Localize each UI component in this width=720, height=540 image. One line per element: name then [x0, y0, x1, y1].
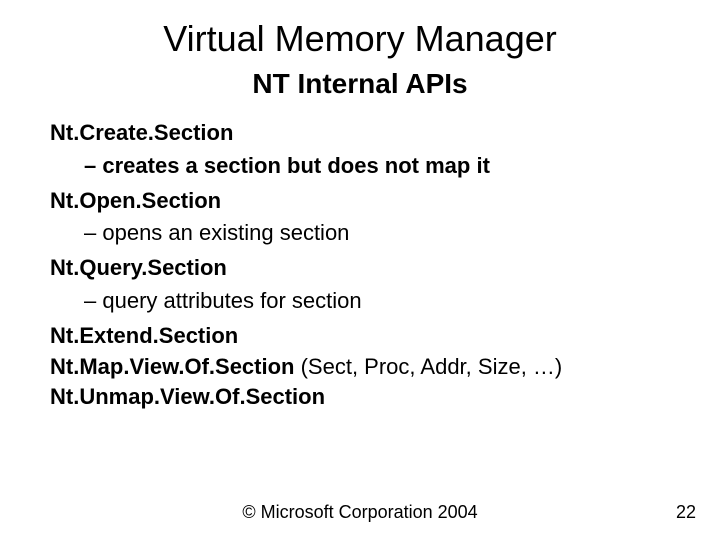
api-detail: creates a section but does not map it [84, 151, 670, 182]
api-name: Nt.Extend.Section [50, 323, 238, 348]
api-item: Nt.Extend.Section [50, 321, 670, 352]
api-item: Nt.Map.View.Of.Section (Sect, Proc, Addr… [50, 352, 670, 383]
slide-footer: © Microsoft Corporation 2004 22 [0, 502, 720, 524]
api-item: Nt.Create.Section creates a section but … [50, 118, 670, 182]
api-extra: (Sect, Proc, Addr, Size, …) [294, 354, 562, 379]
api-item: Nt.Query.Section query attributes for se… [50, 253, 670, 317]
api-name: Nt.Open.Section [50, 188, 221, 213]
slide-title: Virtual Memory Manager [50, 18, 670, 60]
slide-body: Nt.Create.Section creates a section but … [50, 118, 670, 413]
slide-subtitle: NT Internal APIs [50, 68, 670, 100]
api-name: Nt.Query.Section [50, 255, 227, 280]
api-item: Nt.Unmap.View.Of.Section [50, 382, 670, 413]
page-number: 22 [676, 502, 696, 523]
api-name: Nt.Map.View.Of.Section [50, 354, 294, 379]
api-detail: query attributes for section [84, 286, 670, 317]
slide: Virtual Memory Manager NT Internal APIs … [0, 0, 720, 413]
api-detail: opens an existing section [84, 218, 670, 249]
copyright-text: © Microsoft Corporation 2004 [0, 502, 720, 523]
api-item: Nt.Open.Section opens an existing sectio… [50, 186, 670, 250]
api-name: Nt.Create.Section [50, 120, 233, 145]
api-name: Nt.Unmap.View.Of.Section [50, 384, 325, 409]
